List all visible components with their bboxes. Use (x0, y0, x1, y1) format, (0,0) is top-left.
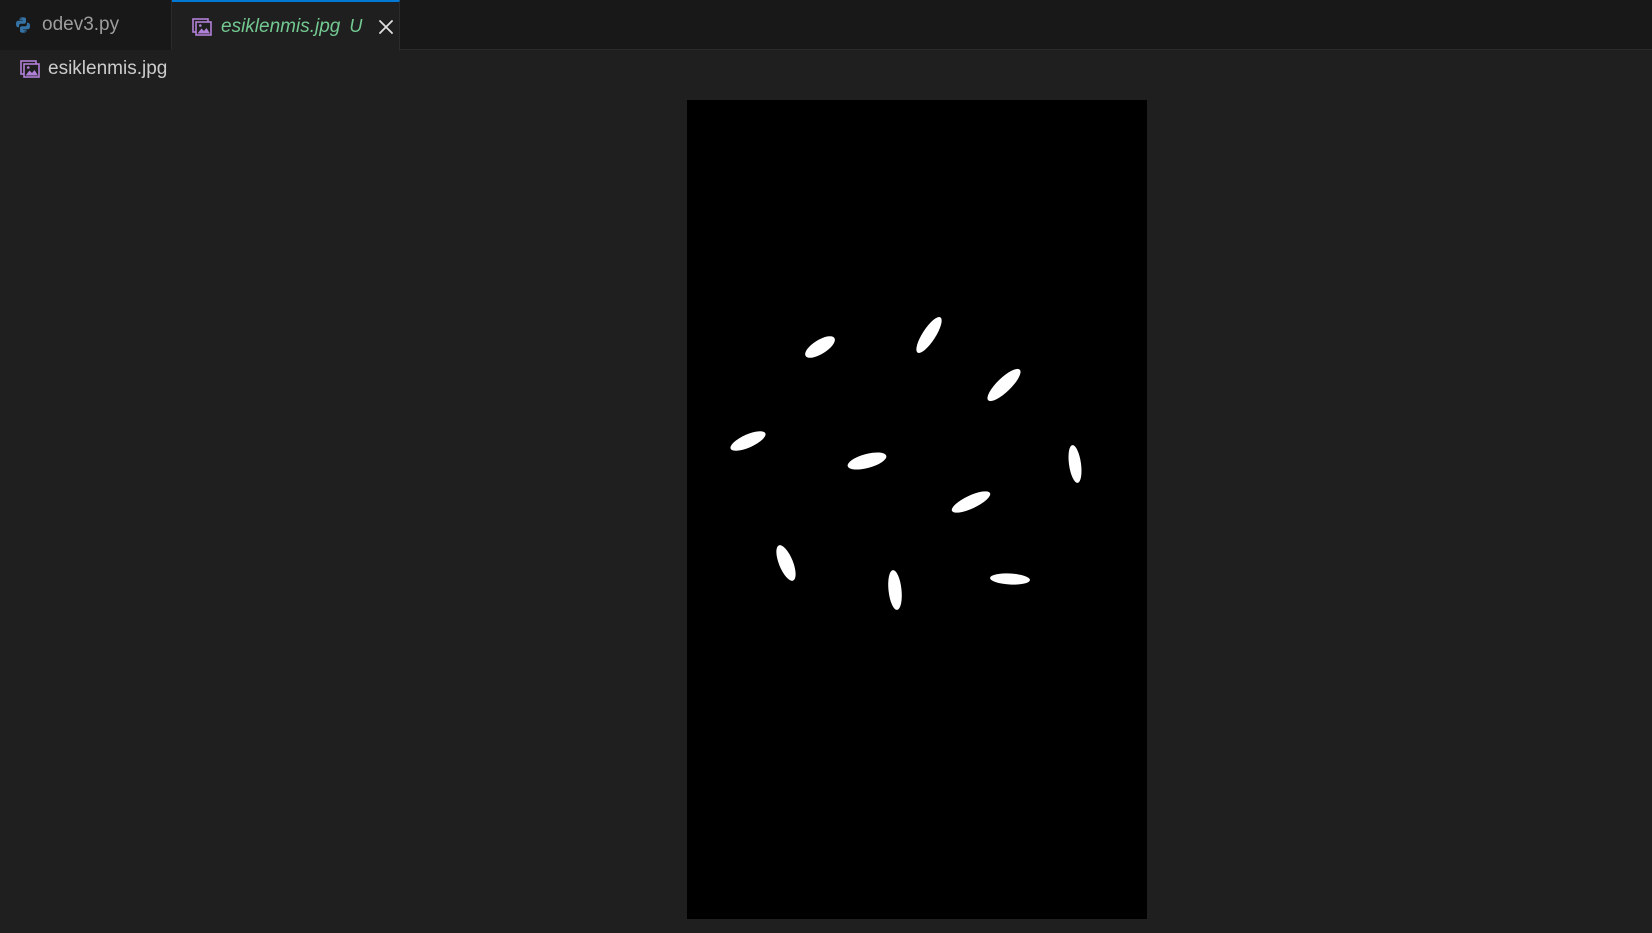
python-icon (14, 16, 32, 34)
breadcrumb[interactable]: esiklenmis.jpg (20, 56, 167, 82)
breadcrumb-label: esiklenmis.jpg (48, 58, 168, 79)
image-preview (687, 100, 1147, 919)
tab-label: esiklenmis.jpg (221, 15, 341, 37)
image-file-icon (192, 17, 212, 36)
close-icon[interactable] (376, 17, 396, 37)
editor-tab-bar: odev3.py esiklenmis.jpg U (0, 0, 1652, 51)
image-file-icon (20, 60, 40, 78)
tab-label: odev3.py (42, 14, 120, 35)
thresholded-image (687, 100, 1147, 919)
git-untracked-badge: U (349, 16, 363, 36)
tab-odev3-py[interactable]: odev3.py (0, 0, 172, 50)
tab-esiklenmis-jpg[interactable]: esiklenmis.jpg U (172, 0, 400, 51)
